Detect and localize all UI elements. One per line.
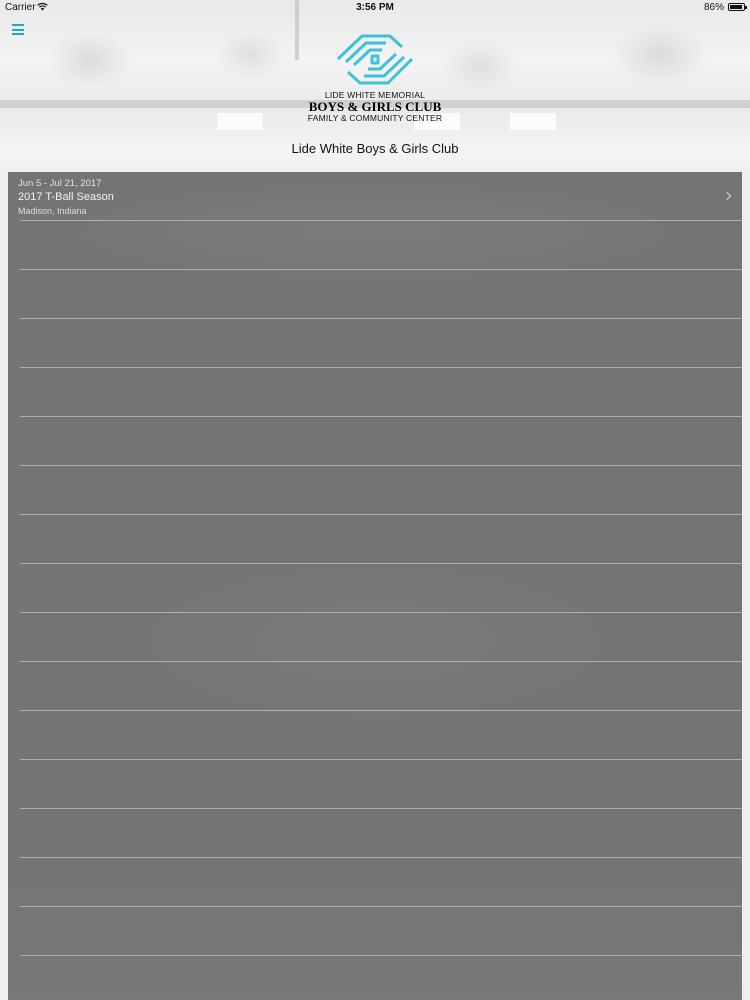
hamburger-menu-icon[interactable] xyxy=(12,24,24,35)
empty-list-row xyxy=(8,760,742,808)
page-title: Lide White Boys & Girls Club xyxy=(291,141,459,156)
logo-text-line2: BOYS & GIRLS CLUB xyxy=(308,99,442,114)
empty-list-row xyxy=(8,662,742,710)
status-bar: Carrier 3:56 PM 86% xyxy=(0,0,750,16)
season-list: Jun 5 - Jul 21, 2017 2017 T-Ball Season … xyxy=(8,172,742,1000)
empty-list-row xyxy=(8,907,742,955)
empty-list-row xyxy=(8,858,742,906)
empty-list-row xyxy=(8,466,742,514)
background-sign xyxy=(510,113,556,130)
empty-list-row xyxy=(8,270,742,318)
season-list-item[interactable]: Jun 5 - Jul 21, 2017 2017 T-Ball Season … xyxy=(8,172,742,220)
empty-list-row xyxy=(8,368,742,416)
season-dates: Jun 5 - Jul 21, 2017 xyxy=(18,178,102,189)
status-time: 3:56 PM xyxy=(356,2,394,13)
empty-list-row xyxy=(8,711,742,759)
background-sign xyxy=(217,113,263,130)
battery-icon xyxy=(728,3,747,11)
chevron-right-icon xyxy=(722,191,732,201)
empty-list-row xyxy=(8,417,742,465)
battery-percent: 86% xyxy=(703,2,724,13)
empty-list-row xyxy=(8,809,742,857)
handshake-logo-icon xyxy=(336,34,414,85)
empty-list-row xyxy=(8,956,742,1000)
empty-list-row xyxy=(8,319,742,367)
season-location: Madison, Indiana xyxy=(18,206,87,216)
season-name: 2017 T-Ball Season xyxy=(18,191,114,203)
club-logo: LIDE WHITE MEMORIAL BOYS & GIRLS CLUB FA… xyxy=(300,33,450,128)
empty-list-row xyxy=(8,564,742,612)
logo-text-line3: FAMILY & COMMUNITY CENTER xyxy=(307,113,443,123)
empty-list-row xyxy=(8,613,742,661)
empty-list-row xyxy=(8,221,742,269)
empty-list-row xyxy=(8,515,742,563)
